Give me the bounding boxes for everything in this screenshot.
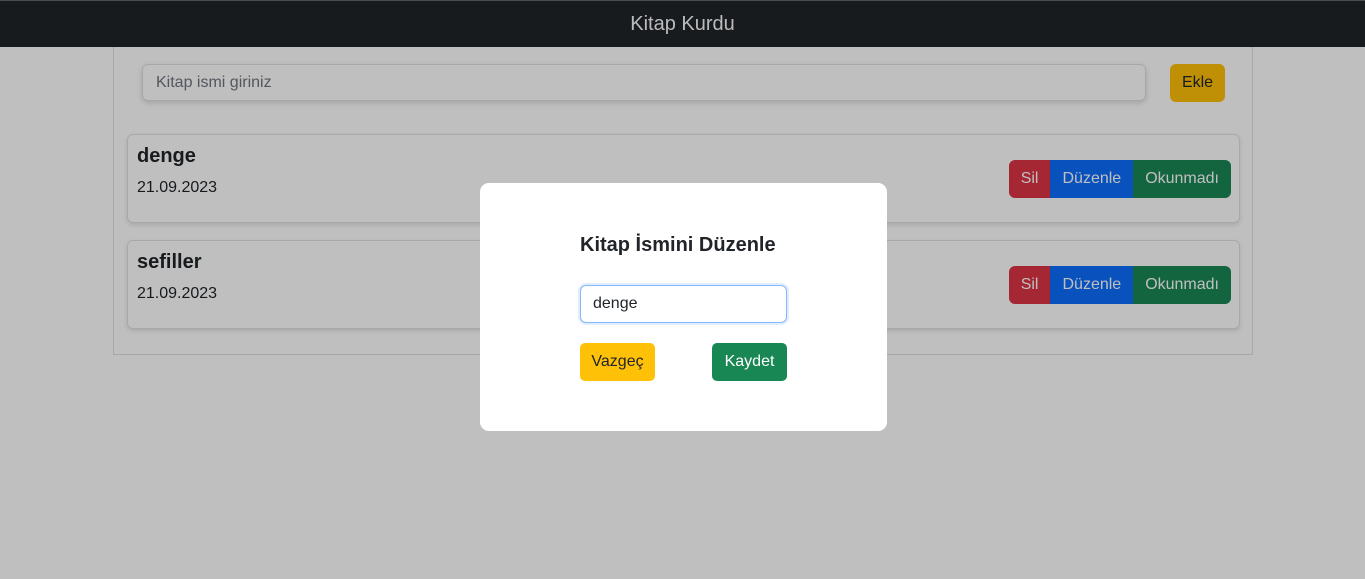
edit-modal: Kitap İsmini Düzenle Vazgeç Kaydet [480,183,887,431]
page: Kitap Kurdu Ekle denge 21.09.2023 Sil Dü… [0,0,1365,579]
cancel-button[interactable]: Vazgeç [580,343,655,381]
modal-title: Kitap İsmini Düzenle [580,234,776,256]
edit-book-name-input[interactable] [580,285,787,323]
save-button[interactable]: Kaydet [712,343,787,381]
